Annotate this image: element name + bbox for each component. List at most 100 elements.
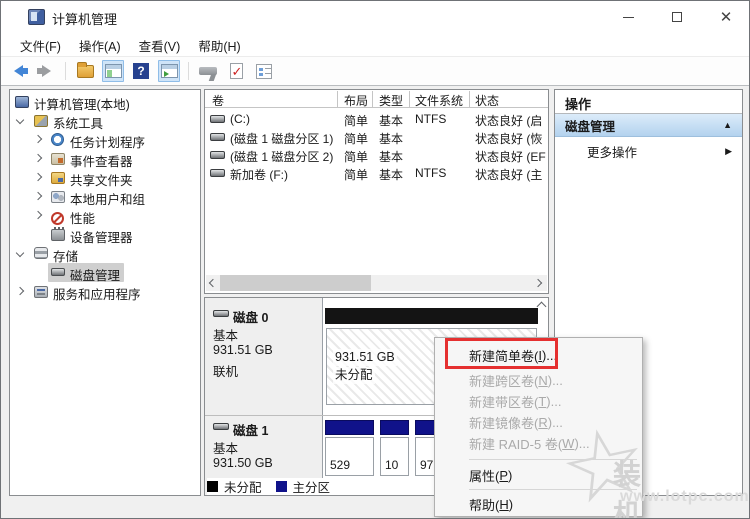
window-title: 计算机管理 bbox=[52, 12, 118, 27]
scroll-right-icon[interactable] bbox=[533, 278, 543, 288]
cell-layout: 简单 bbox=[344, 132, 369, 146]
menu-file[interactable]: 文件(F) bbox=[11, 34, 70, 57]
column-separator bbox=[469, 91, 470, 107]
export-list-button[interactable] bbox=[74, 60, 96, 82]
forward-button[interactable] bbox=[35, 60, 57, 82]
chevron-right-icon[interactable] bbox=[33, 172, 43, 182]
close-button[interactable]: ✕ bbox=[703, 1, 749, 33]
column-volume[interactable]: 卷 bbox=[212, 92, 224, 109]
disk0-status: 联机 bbox=[213, 365, 239, 379]
chevron-right-icon[interactable] bbox=[15, 286, 25, 296]
chevron-down-icon[interactable] bbox=[15, 115, 25, 125]
column-separator bbox=[372, 91, 373, 107]
column-type[interactable]: 类型 bbox=[379, 92, 403, 109]
volume-icon bbox=[210, 115, 225, 123]
scroll-left-icon[interactable] bbox=[208, 278, 218, 288]
cell-layout: 简单 bbox=[344, 150, 369, 164]
shared-folder-icon bbox=[51, 172, 65, 184]
partition-region[interactable]: 10 bbox=[380, 437, 409, 476]
tool-button[interactable] bbox=[197, 60, 219, 82]
menu-view[interactable]: 查看(V) bbox=[130, 34, 190, 57]
menu-separator bbox=[469, 489, 637, 490]
disk0-name: 磁盘 0 bbox=[233, 311, 269, 325]
partition-region[interactable]: 529 bbox=[325, 437, 374, 476]
app-icon bbox=[28, 9, 45, 25]
back-button[interactable] bbox=[7, 60, 29, 82]
column-status[interactable]: 状态 bbox=[475, 92, 499, 109]
disk0-type: 基本 bbox=[213, 329, 239, 343]
cell-filesystem: NTFS bbox=[415, 112, 447, 126]
volume-icon bbox=[210, 169, 225, 177]
cell-volume: (C:) bbox=[230, 112, 250, 126]
toolbar: ? bbox=[1, 56, 749, 86]
column-layout[interactable]: 布局 bbox=[344, 92, 368, 109]
menu-action[interactable]: 操作(A) bbox=[70, 34, 130, 57]
legend-unallocated-label: 未分配 bbox=[224, 481, 262, 495]
partition-strip bbox=[325, 420, 374, 435]
column-filesystem[interactable]: 文件系统 bbox=[415, 92, 463, 109]
check-document-icon bbox=[229, 63, 243, 80]
computer-icon bbox=[15, 96, 29, 108]
volume-list-header: 卷 布局 类型 文件系统 状态 bbox=[205, 90, 548, 108]
cell-type: 基本 bbox=[379, 150, 404, 164]
disk1-type: 基本 bbox=[213, 442, 239, 456]
disk-icon bbox=[213, 423, 229, 430]
tree-item-performance[interactable]: 性能 bbox=[10, 206, 95, 226]
minimize-button[interactable] bbox=[605, 1, 651, 33]
checklist-button[interactable] bbox=[253, 60, 275, 82]
volume-row[interactable]: 新加卷 (F:) 简单 基本 NTFS 状态良好 (主 bbox=[205, 164, 548, 182]
performance-icon bbox=[51, 212, 64, 225]
highlight-annotation-box bbox=[445, 338, 558, 369]
unallocated-state: 未分配 bbox=[333, 367, 375, 384]
more-actions-item[interactable]: 更多操作 ▶ bbox=[555, 140, 742, 162]
menu-help[interactable]: 帮助(H) bbox=[189, 34, 249, 57]
computer-management-window: 计算机管理 ✕ 文件(F) 操作(A) 查看(V) 帮助(H) ? 计算机管理(… bbox=[0, 0, 750, 519]
maximize-icon bbox=[672, 12, 682, 22]
console-tree-panel: 计算机管理(本地) 系统工具 任务计划程序 事件查看器 共享文件夹 本地用户和组 bbox=[9, 89, 201, 496]
users-icon bbox=[51, 191, 65, 203]
minimize-icon bbox=[622, 16, 634, 18]
volume-row[interactable]: (C:) 简单 基本 NTFS 状态良好 (启 bbox=[205, 110, 548, 128]
device-manager-icon bbox=[51, 227, 65, 241]
maximize-button[interactable] bbox=[654, 1, 700, 33]
menu-item-new-striped-volume: 新建带区卷(T)... bbox=[469, 393, 562, 410]
chevron-right-icon[interactable] bbox=[33, 210, 43, 220]
submenu-arrow-icon: ▶ bbox=[725, 145, 732, 156]
cell-type: 基本 bbox=[379, 168, 404, 182]
collapse-icon[interactable]: ▲ bbox=[723, 120, 732, 130]
chevron-right-icon[interactable] bbox=[33, 134, 43, 144]
volume-row[interactable]: (磁盘 1 磁盘分区 2) 简单 基本 状态良好 (EF bbox=[205, 146, 548, 164]
horizontal-scrollbar[interactable] bbox=[206, 275, 547, 291]
cell-status: 状态良好 (恢 bbox=[475, 132, 543, 146]
partition-strip bbox=[380, 420, 409, 435]
menu-separator bbox=[469, 459, 637, 460]
volume-row[interactable]: (磁盘 1 磁盘分区 1) 简单 基本 状态良好 (恢 bbox=[205, 128, 548, 146]
cell-volume: (磁盘 1 磁盘分区 1) bbox=[230, 132, 334, 146]
cell-type: 基本 bbox=[379, 132, 404, 146]
show-graphical-view-button[interactable] bbox=[158, 60, 180, 82]
chevron-right-icon[interactable] bbox=[33, 191, 43, 201]
actions-title: 操作 bbox=[565, 97, 592, 112]
chevron-down-icon[interactable] bbox=[15, 248, 25, 258]
cell-volume: (磁盘 1 磁盘分区 2) bbox=[230, 150, 334, 164]
scrollbar-thumb[interactable] bbox=[220, 275, 371, 291]
close-icon: ✕ bbox=[719, 8, 733, 26]
chevron-right-icon[interactable] bbox=[33, 153, 43, 163]
volume-icon bbox=[210, 151, 225, 159]
scroll-up-icon[interactable] bbox=[536, 301, 547, 312]
disk-management-section-header[interactable]: 磁盘管理 ▲ bbox=[555, 114, 742, 137]
section-label: 磁盘管理 bbox=[565, 119, 616, 134]
menu-item-new-mirrored-volume: 新建镜像卷(R)... bbox=[469, 414, 563, 431]
menu-bar: 文件(F) 操作(A) 查看(V) 帮助(H) bbox=[1, 34, 749, 56]
cell-volume: 新加卷 (F:) bbox=[230, 168, 288, 182]
show-console-tree-button[interactable] bbox=[102, 60, 124, 82]
cell-layout: 简单 bbox=[344, 114, 369, 128]
menu-item-help[interactable]: 帮助(H) bbox=[436, 494, 641, 514]
menu-item-properties[interactable]: 属性(P) bbox=[436, 465, 641, 485]
check-document-button[interactable] bbox=[225, 60, 247, 82]
help-button[interactable]: ? bbox=[130, 60, 152, 82]
checklist-icon bbox=[256, 63, 272, 79]
cell-layout: 简单 bbox=[344, 168, 369, 182]
unallocated-size: 931.51 GB bbox=[333, 349, 397, 366]
disk1-name: 磁盘 1 bbox=[233, 424, 269, 438]
